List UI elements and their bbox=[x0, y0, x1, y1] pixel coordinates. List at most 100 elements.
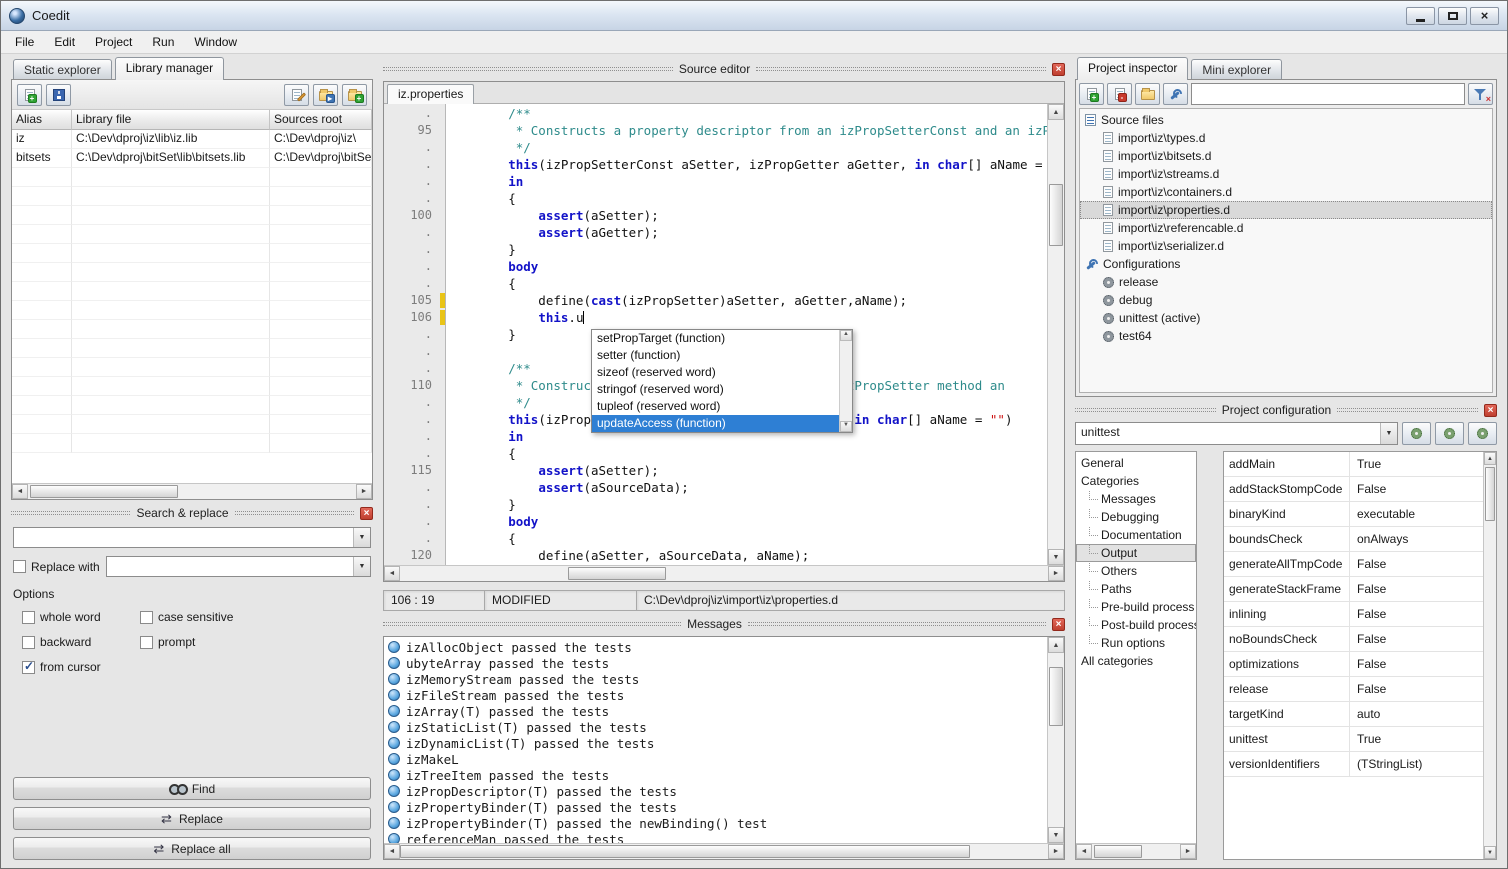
property-row[interactable]: releaseFalse bbox=[1224, 677, 1483, 702]
completion-item[interactable]: stringof (reserved word) bbox=[592, 381, 839, 398]
scrollbar-track[interactable] bbox=[400, 844, 1048, 859]
close-messages-panel-button[interactable]: × bbox=[1052, 618, 1065, 631]
scrollbar-track[interactable] bbox=[400, 566, 1048, 581]
tree-item-release[interactable]: release bbox=[1080, 273, 1492, 291]
replace-all-button[interactable]: ⇄ Replace all bbox=[13, 837, 371, 860]
scroll-right-icon[interactable]: ► bbox=[356, 484, 372, 499]
column-header-sources-root[interactable]: Sources root bbox=[270, 110, 372, 130]
add-folder-button[interactable] bbox=[1135, 83, 1160, 105]
close-button[interactable]: × bbox=[1470, 7, 1499, 25]
property-value[interactable]: False bbox=[1350, 602, 1483, 626]
completion-list[interactable]: setPropTarget (function)setter (function… bbox=[592, 330, 839, 432]
scroll-down-icon[interactable]: ▼ bbox=[840, 421, 852, 432]
category-others[interactable]: Others bbox=[1076, 562, 1196, 580]
minimize-button[interactable] bbox=[1406, 7, 1435, 25]
tab-mini-explorer[interactable]: Mini explorer bbox=[1191, 59, 1282, 79]
property-row[interactable]: inliningFalse bbox=[1224, 602, 1483, 627]
scrollbar-thumb[interactable] bbox=[400, 845, 970, 858]
message-item[interactable]: izPropertyBinder(T) passed the newBindin… bbox=[384, 815, 1047, 831]
property-row[interactable]: generateAllTmpCodeFalse bbox=[1224, 552, 1483, 577]
config-settings-button-2[interactable] bbox=[1435, 422, 1464, 445]
inspector-filter-input[interactable] bbox=[1191, 83, 1465, 105]
clear-filter-button[interactable]: × bbox=[1468, 83, 1493, 105]
completion-item[interactable]: setter (function) bbox=[592, 347, 839, 364]
checkbox-prompt[interactable]: prompt bbox=[140, 635, 371, 649]
tree-item-import-iz-streams-d[interactable]: import\iz\streams.d bbox=[1080, 165, 1492, 183]
scroll-right-icon[interactable]: ► bbox=[1180, 844, 1196, 859]
scrollbar-thumb[interactable] bbox=[1049, 667, 1063, 726]
menu-item-window[interactable]: Window bbox=[184, 32, 247, 52]
property-value[interactable]: (TStringList) bbox=[1350, 752, 1483, 776]
library-table[interactable]: AliasLibrary fileSources rootizC:\Dev\dp… bbox=[12, 110, 372, 483]
checkbox-from-cursor[interactable]: from cursor bbox=[22, 660, 140, 674]
completion-item[interactable]: tupleof (reserved word) bbox=[592, 398, 839, 415]
tree-item-import-iz-types-d[interactable]: import\iz\types.d bbox=[1080, 129, 1492, 147]
config-settings-button-1[interactable] bbox=[1402, 422, 1431, 445]
maximize-button[interactable] bbox=[1438, 7, 1467, 25]
tab-iz-properties[interactable]: iz.properties bbox=[387, 84, 474, 104]
close-configuration-panel-button[interactable]: × bbox=[1484, 404, 1497, 417]
project-options-button[interactable] bbox=[1163, 83, 1188, 105]
categories-list[interactable]: GeneralCategoriesMessagesDebuggingDocume… bbox=[1076, 452, 1196, 843]
add-source-button[interactable]: + bbox=[1079, 83, 1104, 105]
property-row[interactable]: binaryKindexecutable bbox=[1224, 502, 1483, 527]
scrollbar-thumb[interactable] bbox=[1049, 184, 1063, 246]
property-value[interactable]: True bbox=[1350, 452, 1483, 476]
message-item[interactable]: izMakeL bbox=[384, 751, 1047, 767]
property-row[interactable]: addStackStompCodeFalse bbox=[1224, 477, 1483, 502]
message-item[interactable]: izPropDescriptor(T) passed the tests bbox=[384, 783, 1047, 799]
grid-vertical-scrollbar[interactable]: ▲▼ bbox=[1483, 452, 1496, 859]
scroll-left-icon[interactable]: ◄ bbox=[384, 844, 400, 859]
category-documentation[interactable]: Documentation bbox=[1076, 526, 1196, 544]
property-row[interactable]: boundsCheckonAlways bbox=[1224, 527, 1483, 552]
scrollbar-track[interactable] bbox=[1484, 465, 1496, 846]
property-row[interactable]: targetKindauto bbox=[1224, 702, 1483, 727]
inspector-tree[interactable]: Source filesimport\iz\types.dimport\iz\b… bbox=[1079, 108, 1493, 393]
edit-library-button[interactable] bbox=[284, 84, 309, 106]
message-item[interactable]: referenceMan passed the tests bbox=[384, 831, 1047, 843]
tree-item-import-iz-containers-d[interactable]: import\iz\containers.d bbox=[1080, 183, 1492, 201]
library-row[interactable]: bitsetsC:\Dev\dproj\bitSet\lib\bitsets.l… bbox=[12, 149, 372, 168]
close-search-panel-button[interactable]: × bbox=[360, 507, 373, 520]
tree-item-test64[interactable]: test64 bbox=[1080, 327, 1492, 345]
scroll-right-icon[interactable]: ► bbox=[1048, 566, 1064, 581]
scroll-up-icon[interactable]: ▲ bbox=[840, 330, 852, 341]
scroll-up-icon[interactable]: ▲ bbox=[1048, 637, 1064, 653]
messages-list[interactable]: izAllocObject passed the testsubyteArray… bbox=[384, 637, 1047, 843]
property-value[interactable]: onAlways bbox=[1350, 527, 1483, 551]
scroll-down-icon[interactable]: ▼ bbox=[1484, 846, 1496, 859]
scroll-left-icon[interactable]: ◄ bbox=[384, 566, 400, 581]
message-item[interactable]: izTreeItem passed the tests bbox=[384, 767, 1047, 783]
property-value[interactable]: False bbox=[1350, 652, 1483, 676]
title-bar[interactable]: Coedit × bbox=[1, 1, 1507, 31]
messages-horizontal-scrollbar[interactable]: ◄► bbox=[384, 843, 1064, 859]
scrollbar-track[interactable] bbox=[28, 484, 356, 499]
library-horizontal-scrollbar[interactable]: ◄► bbox=[12, 483, 372, 499]
property-value[interactable]: False bbox=[1350, 477, 1483, 501]
category-general[interactable]: General bbox=[1076, 454, 1196, 472]
tree-item-source-files[interactable]: Source files bbox=[1080, 111, 1492, 129]
property-value[interactable]: False bbox=[1350, 552, 1483, 576]
add-library-button[interactable]: + bbox=[17, 84, 42, 106]
property-value[interactable]: executable bbox=[1350, 502, 1483, 526]
category-run-options[interactable]: Run options bbox=[1076, 634, 1196, 652]
replace-button[interactable]: ⇄ Replace bbox=[13, 807, 371, 830]
checkbox-whole-word[interactable]: whole word bbox=[22, 610, 140, 624]
chevron-down-icon[interactable]: ▼ bbox=[353, 557, 370, 576]
property-row[interactable]: generateStackFrameFalse bbox=[1224, 577, 1483, 602]
tree-item-import-iz-referencable-d[interactable]: import\iz\referencable.d bbox=[1080, 219, 1492, 237]
close-editor-panel-button[interactable]: × bbox=[1052, 63, 1065, 76]
message-item[interactable]: izPropertyBinder(T) passed the tests bbox=[384, 799, 1047, 815]
editor-vertical-scrollbar[interactable]: ▲▼ bbox=[1047, 104, 1064, 565]
scroll-up-icon[interactable]: ▲ bbox=[1484, 452, 1496, 465]
category-post-build-process[interactable]: Post-build process bbox=[1076, 616, 1196, 634]
column-header-alias[interactable]: Alias bbox=[12, 110, 72, 130]
category-debugging[interactable]: Debugging bbox=[1076, 508, 1196, 526]
categories-horizontal-scrollbar[interactable]: ◄► bbox=[1076, 843, 1196, 859]
tree-item-unittest-active[interactable]: unittest (active) bbox=[1080, 309, 1492, 327]
messages-vertical-scrollbar[interactable]: ▲▼ bbox=[1047, 637, 1064, 843]
scrollbar-track[interactable] bbox=[1048, 653, 1064, 827]
scroll-up-icon[interactable]: ▲ bbox=[1048, 104, 1064, 120]
scrollbar-track[interactable] bbox=[840, 341, 852, 421]
editor-horizontal-scrollbar[interactable]: ◄► bbox=[384, 565, 1064, 581]
